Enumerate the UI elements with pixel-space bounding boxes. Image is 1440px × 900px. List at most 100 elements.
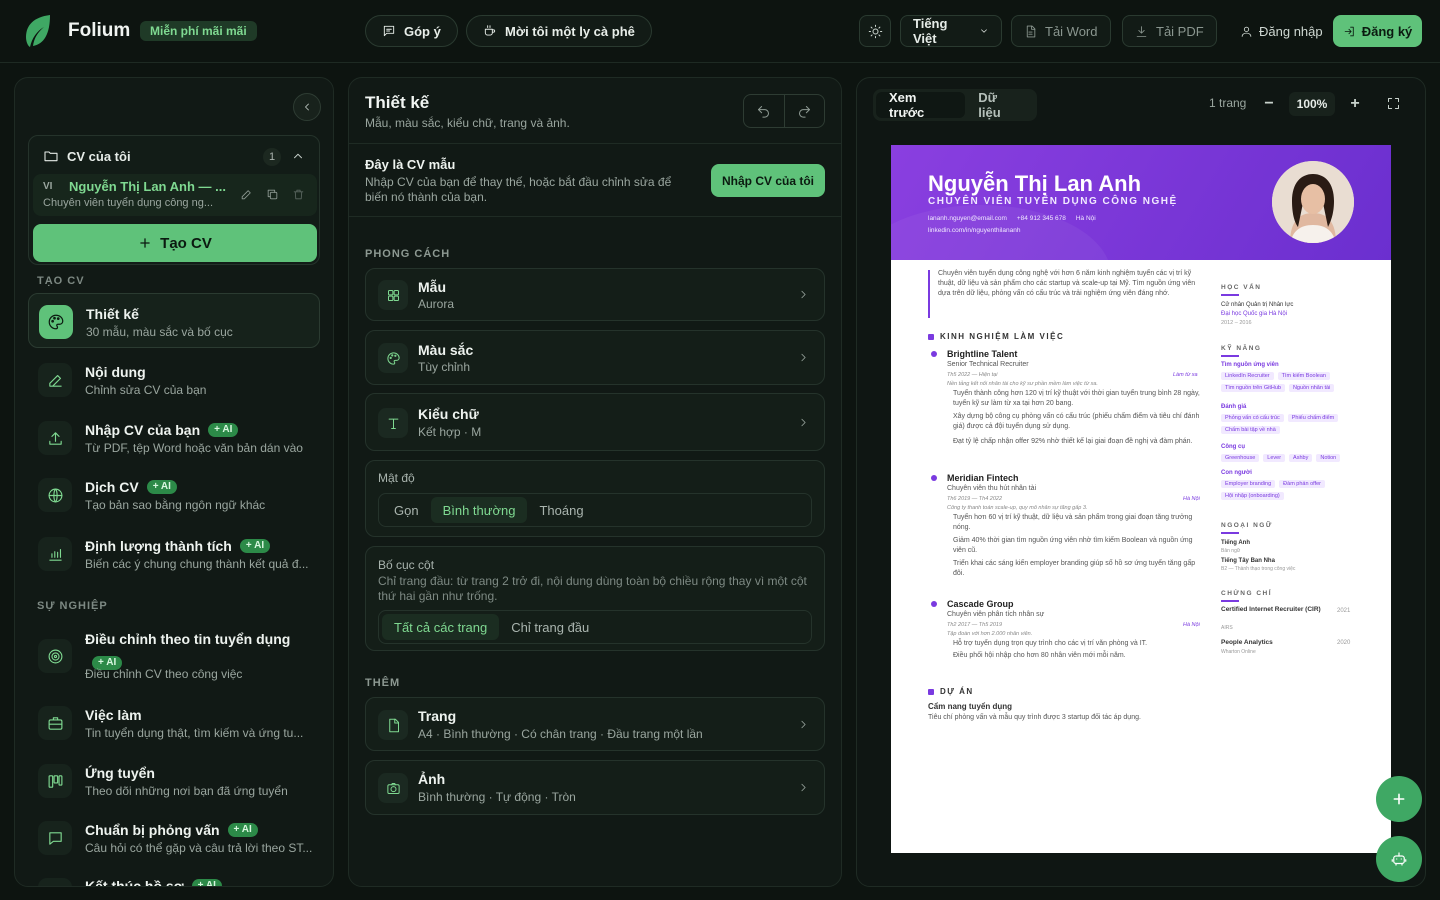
cv-linkedin: linkedin.com/in/nguyenthilananh <box>928 227 1021 234</box>
cv-projects-heading: DỰ ÁN <box>928 687 974 696</box>
login-arrow-icon <box>1343 25 1356 38</box>
copy-icon[interactable] <box>266 188 279 201</box>
cv-job-location: Hà Nội <box>1183 622 1200 628</box>
page-card[interactable]: Trang A4 · Bình thường · Có chân trang ·… <box>365 697 825 751</box>
tab-data[interactable]: Dữ liệu <box>965 90 1034 120</box>
page-title: Trang <box>418 708 457 724</box>
my-cv-section: CV của tôi 1 VI Nguyễn Thị Lan Anh — ...… <box>28 135 320 265</box>
columns-label: Bố cục cột <box>378 558 435 572</box>
trash-icon[interactable] <box>292 188 305 201</box>
zoom-in-button[interactable]: + <box>1342 91 1368 117</box>
nav-title: Chuẩn bị phỏng vấn + AI <box>85 822 258 838</box>
columns-selector: Tất cả các trang Chỉ trang đầu <box>378 610 812 644</box>
chevron-left-icon <box>301 101 313 113</box>
add-section-button[interactable] <box>1376 776 1422 822</box>
cv-languages-heading: NGOẠI NGỮ <box>1221 522 1273 534</box>
coffee-button[interactable]: Mời tôi một ly cà phê <box>466 15 652 47</box>
chevron-right-icon <box>797 781 810 794</box>
login-label: Đăng nhập <box>1259 23 1323 39</box>
cv-skill-tags: Phỏng vấn có cấu trúc Phiếu chấm điểm Chấm… <box>1221 414 1361 434</box>
nav-title: Thiết kế <box>86 306 139 322</box>
chevron-up-icon[interactable] <box>291 149 305 163</box>
timeline-dot <box>931 475 937 481</box>
sidebar-item-tailor[interactable]: Điều chỉnh theo tin tuyển dụng + AI Điều… <box>28 621 320 691</box>
fullscreen-icon[interactable] <box>1380 90 1406 116</box>
my-cv-header[interactable]: CV của tôi <box>43 148 131 164</box>
nav-title: Định lượng thành tích + AI <box>85 538 271 554</box>
sidebar-item-jobs[interactable]: Việc làm Tin tuyển dụng thật, tìm kiếm v… <box>28 695 320 750</box>
ai-badge: + AI <box>208 423 239 437</box>
cv-job-desc: Nền tảng kết nối nhân tài cho kỹ sư phần… <box>947 381 1098 387</box>
design-subtitle: Mẫu, màu sắc, kiểu chữ, trang và ảnh. <box>365 116 570 130</box>
cv-preview-page[interactable]: Nguyễn Thị Lan Anh CHUYÊN VIÊN TUYỂN DỤN… <box>891 145 1391 853</box>
columns-all-pages[interactable]: Tất cả các trang <box>382 614 500 640</box>
sidebar-item-content[interactable]: Nội dung Chỉnh sửa CV của bạn <box>28 352 320 407</box>
columns-card: Bố cục cột Chỉ trang đầu: từ trang 2 trở… <box>365 546 825 651</box>
more-section-label: THÊM <box>365 677 401 689</box>
brand-name[interactable]: Folium <box>68 20 130 42</box>
style-section-label: PHONG CÁCH <box>365 248 451 260</box>
design-title: Thiết kế <box>365 93 430 112</box>
color-title: Màu sắc <box>418 342 474 358</box>
zoom-controls: − 100% + <box>1256 89 1368 119</box>
sidebar-item-finish[interactable]: Kết thúc hồ sơ + AI <box>28 868 320 886</box>
template-card[interactable]: Mẫu Aurora <box>365 268 825 321</box>
edit-icon[interactable] <box>240 188 253 201</box>
plus-icon <box>1391 791 1407 807</box>
language-label: Tiếng Việt <box>913 16 948 46</box>
signup-button[interactable]: Đăng ký <box>1333 15 1422 47</box>
assistant-button[interactable] <box>1376 836 1422 882</box>
cv-list-item[interactable]: VI Nguyễn Thị Lan Anh — ... Chuyên viên … <box>33 174 317 216</box>
font-card[interactable]: Kiểu chữ Kết hợp · M <box>365 393 825 451</box>
density-spacious[interactable]: Thoáng <box>527 497 595 523</box>
flag-icon <box>38 878 72 886</box>
sidebar-item-import[interactable]: Nhập CV của bạn + AI Từ PDF, tệp Word hoặ… <box>28 410 320 465</box>
import-my-cv-button[interactable]: Nhập CV của tôi <box>711 164 825 197</box>
palette-icon <box>378 343 408 373</box>
template-title: Mẫu <box>418 279 446 295</box>
font-value: Kết hợp · M <box>418 425 482 439</box>
redo-icon[interactable] <box>785 95 825 127</box>
ai-badge: + AI <box>191 879 222 886</box>
section-career-label: SỰ NGHIỆP <box>37 600 108 612</box>
create-cv-button[interactable]: Tạo CV <box>33 224 317 262</box>
login-button[interactable]: Đăng nhập <box>1240 15 1323 47</box>
chevron-down-icon <box>979 26 989 36</box>
cv-job-location: Hà Nội <box>1183 496 1200 502</box>
undo-icon[interactable] <box>744 95 785 127</box>
feedback-button[interactable]: Góp ý <box>365 15 458 47</box>
download-word-button[interactable]: Tải Word <box>1011 15 1111 47</box>
zoom-out-button[interactable]: − <box>1256 91 1282 117</box>
folium-logo-icon[interactable] <box>24 13 52 49</box>
timeline-dot <box>931 351 937 357</box>
cv-subtitle: Chuyên viên tuyển dụng công ng... <box>43 197 214 209</box>
tab-preview[interactable]: Xem trước <box>876 90 966 120</box>
language-select[interactable]: Tiếng Việt <box>900 15 1002 47</box>
ai-badge: + AI <box>227 823 258 837</box>
columns-first-page[interactable]: Chỉ trang đầu <box>499 614 601 640</box>
photo-card[interactable]: Ảnh Bình thường · Tự động · Tròn <box>365 760 825 815</box>
cv-count-badge: 1 <box>263 148 281 166</box>
sample-cv-notice: Đây là CV mẫu Nhập CV của bạn để thay th… <box>349 143 841 217</box>
sidebar-item-quantify[interactable]: Định lượng thành tích + AI Biến các ý chu… <box>28 526 320 581</box>
cv-job-company: Meridian Fintech <box>947 473 1019 483</box>
cv-job-title: Chuyên viên phân tích nhân sự <box>947 611 1045 618</box>
theme-toggle-button[interactable] <box>859 15 891 47</box>
target-icon <box>38 639 72 673</box>
collapse-sidebar-button[interactable] <box>293 93 321 121</box>
nav-subtitle: Chỉnh sửa CV của bạn <box>85 383 207 397</box>
color-card[interactable]: Màu sắc Tùy chỉnh <box>365 330 825 385</box>
cv-job-title: Chuyên viên thu hút nhân tài <box>947 485 1037 492</box>
density-normal[interactable]: Bình thường <box>430 497 528 523</box>
camera-icon <box>378 773 408 803</box>
sample-title: Đây là CV mẫu <box>365 157 456 172</box>
sidebar-item-interview[interactable]: Chuẩn bị phỏng vấn + AI Câu hỏi có thể gặ… <box>28 810 320 865</box>
sidebar-item-translate[interactable]: Dịch CV + AI Tạo bản sao bằng ngôn ngữ kh… <box>28 467 320 522</box>
sidebar-item-applications[interactable]: Ứng tuyển Theo dõi những nơi bạn đã ứng … <box>28 753 320 808</box>
density-compact[interactable]: Gọn <box>382 497 431 523</box>
download-pdf-button[interactable]: Tải PDF <box>1122 15 1217 47</box>
download-word-label: Tải Word <box>1045 23 1098 39</box>
cv-skill-group: Con người <box>1221 470 1252 476</box>
preview-tabs: Xem trước Dữ liệu <box>873 89 1037 121</box>
sidebar-item-design[interactable]: Thiết kế 30 mẫu, màu sắc và bố cục <box>28 293 320 348</box>
